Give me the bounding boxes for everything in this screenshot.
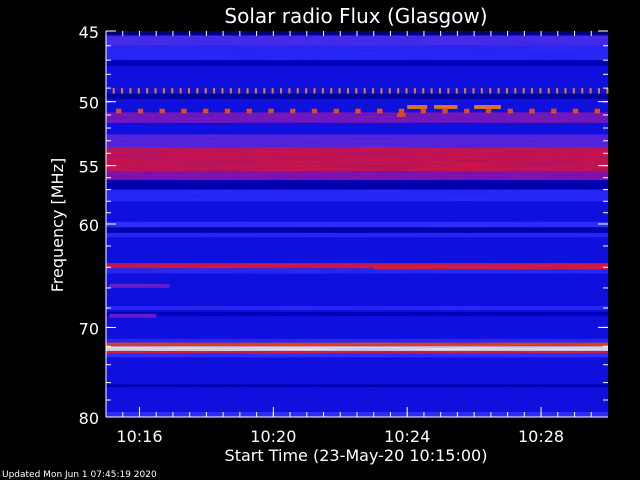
y-tick-label: 80: [79, 409, 99, 428]
x-tick-label: 10:16: [116, 427, 162, 446]
chart-title: Solar radio Flux (Glasgow): [224, 4, 487, 28]
x-axis-label: Start Time (23-May-20 10:15:00): [225, 446, 488, 465]
y-tick-label: 70: [79, 319, 99, 338]
y-tick-label: 45: [79, 23, 99, 42]
x-tick-label: 10:24: [384, 427, 430, 446]
y-tick-label: 60: [79, 216, 99, 235]
y-tick-label: 55: [79, 158, 99, 177]
plot-noise-overlay: [106, 31, 608, 417]
spectrogram-figure: Solar radio Flux (Glasgow) 10:16 10:20 10:…: [2, 4, 609, 480]
footer-timestamp: Updated Mon Jun 1 07:45:19 2020: [2, 470, 157, 480]
y-axis-label: Frequency [MHz]: [48, 158, 67, 292]
x-tick-label: 10:20: [250, 427, 296, 446]
x-tick-label: 10:28: [518, 427, 564, 446]
y-tick-label: 50: [79, 94, 99, 113]
